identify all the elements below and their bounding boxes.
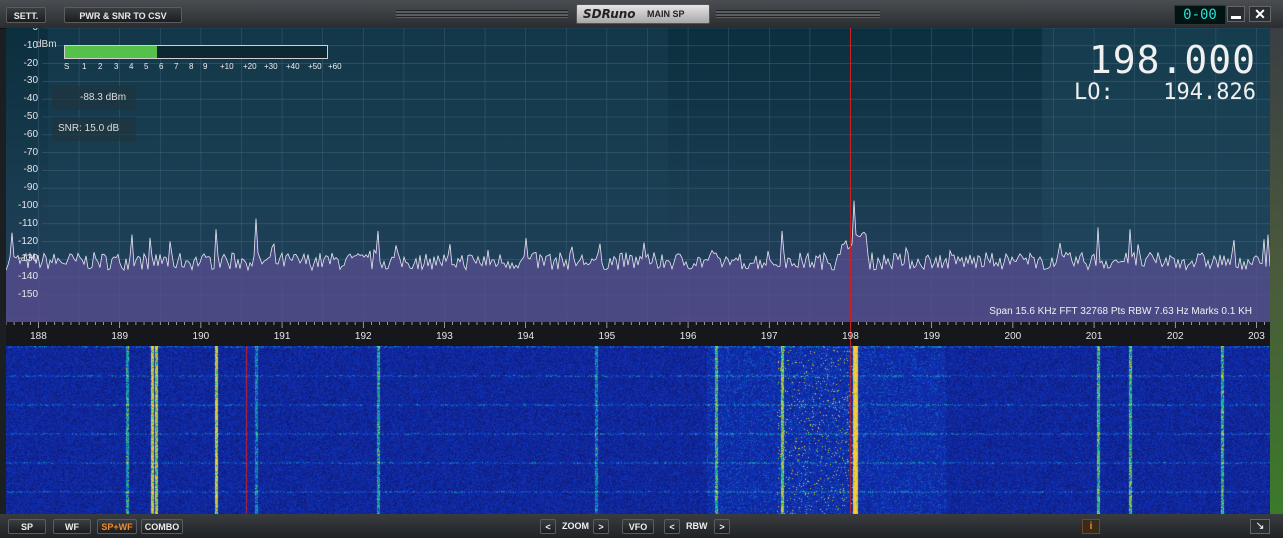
s-meter-scale-label: 4 [129,62,134,71]
vfo-button[interactable]: VFO [622,519,654,534]
frequency-tick-label: 191 [273,331,291,342]
close-button[interactable]: ✕ [1249,6,1271,22]
bottom-toolbar: SP WF SP+WF COMBO < ZOOM > VFO < RBW > i… [0,514,1283,538]
frequency-tick-label: 194 [517,331,535,342]
db-tick-label: -70 [23,146,38,158]
frequency-tick-label: 199 [923,331,941,342]
power-readout: -88.3 dBm [52,86,136,110]
db-tick-label: -40 [23,93,38,105]
s-meter-scale-label: +40 [286,62,300,71]
frequency-tick-label: 193 [436,331,453,342]
db-tick-label: -130 [17,253,38,265]
db-tick-label: -140 [17,271,38,283]
snr-readout: SNR: 15.0 dB [52,117,136,141]
sp-wf-mode-button[interactable]: SP+WF [97,519,137,534]
info-button[interactable]: i [1082,519,1100,534]
minimize-button[interactable] [1227,6,1245,22]
zoom-out-button[interactable]: < [540,519,556,534]
title-bar: SETT. PWR & SNR TO CSV SDRuno MAIN SP 0-… [0,0,1283,29]
s-meter-scale-label: +50 [308,62,322,71]
spectrum-display[interactable]: 0 -10 -20 -30 -40 -50 -60 -70 -80 -90 -100 -110 -120… [6,28,1270,322]
rbw-label: RBW [686,521,708,531]
db-tick-label: -100 [17,200,38,211]
window-title: SDRuno MAIN SP [576,4,710,24]
drag-grip-left[interactable] [396,10,568,18]
frequency-tick-label: 196 [679,331,697,342]
frequency-tick-label: 198 [842,331,859,342]
rbw-down-button[interactable]: < [664,519,680,534]
db-tick-label: -150 [17,289,38,300]
db-tick-label: 0 [6,28,38,33]
drag-grip-right[interactable] [716,10,880,18]
s-meter-scale-label: 5 [144,62,149,71]
frequency-tick-label: 200 [1004,331,1022,342]
db-tick-label: -50 [23,111,38,122]
resize-button[interactable]: ↘ [1250,519,1270,534]
s-meter-scale-label: 7 [174,62,179,71]
s-meter-scale-label: 1 [82,62,87,71]
rbw-up-button[interactable]: > [714,519,730,534]
vfo-frequency[interactable]: 198.000 [1089,38,1256,82]
s-meter [64,45,328,59]
frequency-tick-label: 202 [1166,331,1184,342]
s-meter-scale-label: S [64,62,70,71]
wf-mode-button[interactable]: WF [53,519,91,534]
s-meter-fill [65,46,157,58]
zoom-in-button[interactable]: > [593,519,609,534]
frequency-ruler[interactable]: 188 189 190 191 192 193 194 195 196 197 198 199 200 2… [6,322,1270,346]
s-meter-scale-label: 6 [159,62,164,71]
resize-icon: ↘ [1255,520,1265,532]
db-unit-label: dBm [36,39,57,50]
lo-frequency[interactable]: 194.826 [1163,80,1256,105]
close-icon: ✕ [1254,6,1266,22]
zoom-label: ZOOM [562,521,589,531]
s-meter-scale-label: 8 [189,62,194,71]
db-tick-label: -20 [23,57,38,69]
minimize-icon [1231,16,1241,19]
s-meter-scale-label: +60 [328,62,342,71]
spectrum-graph [6,28,1270,322]
db-tick-label: -90 [23,182,38,194]
lo-label: LO: [1074,80,1114,105]
settings-button[interactable]: SETT. [6,7,46,23]
frequency-tick-label: 203 [1248,331,1265,342]
s-meter-scale-label: +30 [264,62,278,71]
spectrum-status: Span 15.6 KHz FFT 32768 Pts RBW 7.63 Hz … [989,306,1252,317]
waterfall-canvas [6,346,1270,514]
db-tick-label: -120 [17,235,38,247]
sdruno-logo: SDRuno [583,7,636,21]
window-label: MAIN SP [647,9,685,19]
frequency-tick-label: 188 [30,331,47,342]
frequency-tick-label: 201 [1085,331,1103,342]
frequency-tick-label: 189 [111,331,129,342]
db-tick-label: -60 [23,128,38,140]
waterfall-display[interactable] [6,346,1270,514]
s-meter-scale-label: +20 [243,62,257,71]
frequency-tick-label: 190 [192,331,210,342]
db-tick-label: -10 [23,39,38,51]
clock-display: 0-00 [1174,5,1226,25]
db-tick-label: -30 [23,75,38,87]
export-csv-button[interactable]: PWR & SNR TO CSV [64,7,182,23]
info-icon: i [1089,521,1093,532]
s-meter-scale-label: 3 [114,62,119,71]
s-meter-scale-label: 9 [203,62,208,71]
combo-mode-button[interactable]: COMBO [141,519,183,534]
s-meter-scale-label: 2 [98,62,103,71]
right-edge [1270,28,1283,514]
db-tick-label: -80 [23,164,38,176]
frequency-tick-label: 195 [598,331,616,342]
sp-mode-button[interactable]: SP [8,519,46,534]
frequency-tick-label: 192 [354,331,372,342]
frequency-tick-label: 197 [760,331,778,342]
db-tick-label: -110 [18,217,38,229]
s-meter-scale-label: +10 [220,62,234,71]
